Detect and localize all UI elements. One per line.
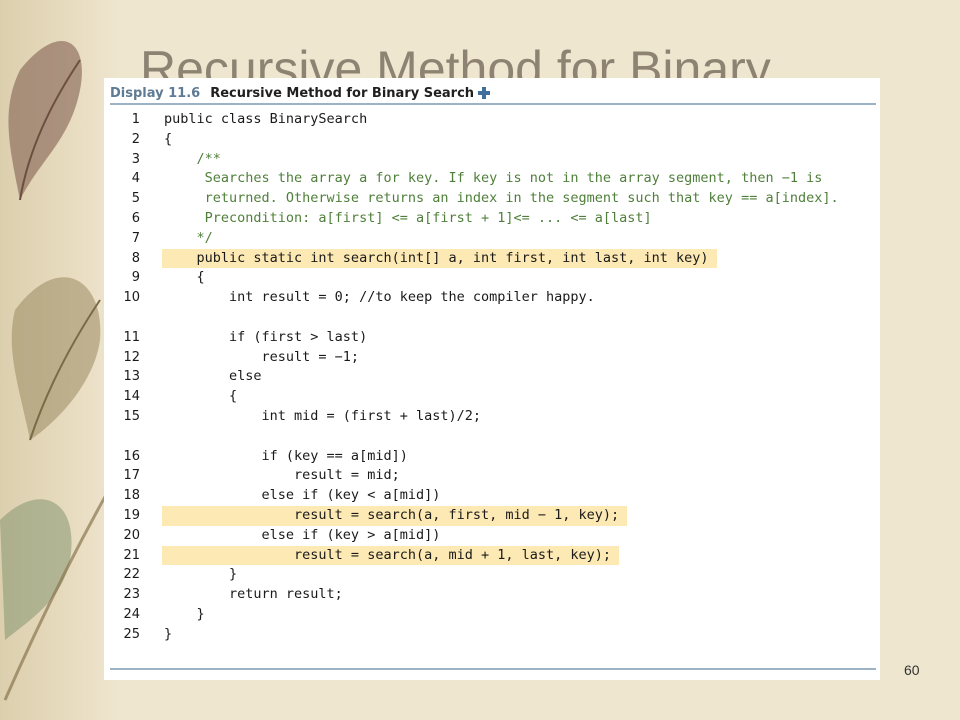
display-header: Display 11.6 Recursive Method for Binary… [110, 82, 491, 104]
code-display-panel: Display 11.6 Recursive Method for Binary… [104, 78, 880, 680]
line-number: 8 [131, 250, 140, 266]
code-line: 17 result = mid; [104, 466, 880, 486]
code-line: 20 else if (key > a[mid]) [104, 526, 880, 546]
line-text: Precondition: a[first] <= a[first + 1]<=… [164, 209, 652, 226]
line-text: /** [164, 150, 221, 167]
code-listing: 1 public class BinarySearch 2{ 3 /** 4 Se… [104, 110, 880, 645]
code-line: 13 else [104, 367, 880, 387]
line-number: 10 [123, 290, 140, 306]
line-text: return result; [164, 586, 343, 603]
line-number: 6 [131, 210, 140, 226]
line-text: } [164, 566, 238, 583]
line-number: 12 [123, 349, 140, 365]
line-number: 20 [123, 527, 140, 543]
line-text: { [164, 269, 205, 286]
header-rule [110, 103, 876, 105]
line-number: 24 [123, 606, 140, 622]
line-number: 23 [123, 587, 140, 603]
line-text: result = mid; [164, 467, 400, 484]
code-line: 18 else if (key < a[mid]) [104, 486, 880, 506]
code-line: 25} [104, 625, 880, 645]
line-text: Searches the array a for key. If key is … [164, 170, 823, 187]
line-number: 16 [123, 448, 140, 464]
code-line: 21 result = search(a, mid + 1, last, key… [104, 545, 880, 566]
line-number: 17 [123, 468, 140, 484]
line-text: if (key == a[mid]) [164, 447, 408, 464]
line-number: 15 [123, 408, 140, 424]
code-line: 16 if (key == a[mid]) [104, 447, 880, 467]
code-line: 24 } [104, 605, 880, 625]
code-line: 6 Precondition: a[first] <= a[first + 1]… [104, 209, 880, 229]
line-text: { [164, 130, 173, 147]
line-number: 19 [123, 507, 140, 523]
code-line: 19 result = search(a, first, mid − 1, ke… [104, 505, 880, 526]
line-number: 13 [123, 369, 140, 385]
line-text: } [164, 605, 205, 622]
code-line: 9 { [104, 268, 880, 288]
line-text: { [164, 388, 238, 405]
line-text: } [164, 625, 173, 642]
line-number: 1 [131, 112, 140, 127]
line-text: int mid = (first + last)/2; [164, 407, 481, 424]
code-line: 22 } [104, 565, 880, 585]
code-line: 14 { [104, 387, 880, 407]
line-number: 11 [123, 329, 140, 345]
line-number: 14 [123, 389, 140, 405]
code-line: 11 if (first > last) [104, 328, 880, 348]
highlighted-line-text: result = search(a, mid + 1, last, key); [162, 545, 620, 566]
code-line: 7 */ [104, 229, 880, 249]
line-number: 2 [131, 131, 140, 147]
highlighted-line-text: result = search(a, first, mid − 1, key); [162, 505, 628, 526]
code-line: 10 int result = 0; //to keep the compile… [104, 288, 880, 308]
line-number: 21 [123, 547, 140, 563]
line-number: 25 [123, 626, 140, 642]
page-number: 60 [904, 662, 920, 678]
code-line: 12 result = −1; [104, 348, 880, 368]
line-text: returned. Otherwise returns an index in … [164, 190, 839, 207]
code-line: 15 int mid = (first + last)/2; [104, 407, 880, 427]
highlighted-line-text: public static int search(int[] a, int fi… [162, 248, 717, 269]
line-number: 9 [131, 270, 140, 286]
footer-rule [110, 668, 876, 670]
line-text: result = −1; [164, 348, 360, 365]
display-title: Recursive Method for Binary Search [210, 85, 475, 101]
line-number: 5 [131, 191, 140, 207]
code-line: 4 Searches the array a for key. If key i… [104, 169, 880, 189]
line-text: else if (key > a[mid]) [164, 526, 441, 543]
line-number: 22 [123, 567, 140, 583]
line-text: int result = 0; //to keep the compiler h… [164, 289, 595, 306]
line-text: else if (key < a[mid]) [164, 487, 441, 504]
line-text: */ [164, 229, 213, 246]
code-line: 23 return result; [104, 585, 880, 605]
code-line: 3 /** [104, 150, 880, 170]
line-text: if (first > last) [164, 328, 368, 345]
line-number: 4 [131, 171, 140, 187]
line-text: else [164, 368, 262, 385]
display-label: Display 11.6 [110, 85, 201, 101]
code-line: 8 public static int search(int[] a, int … [104, 248, 880, 269]
plus-icon [478, 87, 491, 99]
line-number: 3 [131, 151, 140, 167]
code-line: 5 returned. Otherwise returns an index i… [104, 189, 880, 209]
code-line: 1 public class BinarySearch [104, 110, 880, 130]
code-line: 2{ [104, 130, 880, 150]
line-number: 7 [131, 230, 140, 246]
line-number: 18 [123, 488, 140, 504]
line-text: public class BinarySearch [164, 111, 368, 127]
